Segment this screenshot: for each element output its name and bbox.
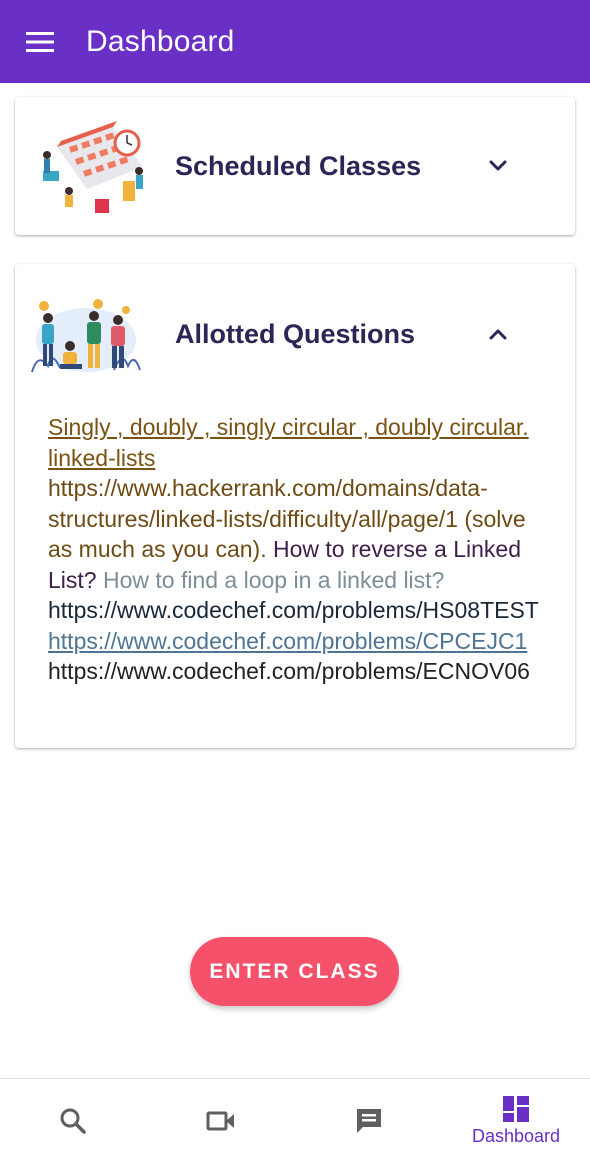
page-title: Dashboard [86,24,235,58]
chat-icon [357,1109,381,1133]
search-icon [60,1108,86,1134]
app-bar: Dashboard [0,0,590,83]
codechef-link-3: https://www.codechef.com/problems/ECNOV0… [48,658,530,684]
enter-class-button[interactable]: ENTER CLASS [190,937,399,1006]
students-illustration [31,299,141,373]
chevron-down-icon[interactable] [485,153,511,179]
scheduled-classes-header[interactable]: Scheduled Classes [15,97,575,235]
scheduled-classes-card: Scheduled Classes [15,97,575,235]
allotted-questions-header[interactable]: Allotted Questions [15,264,575,404]
nav-dashboard-label: Dashboard [471,1126,561,1146]
nav-dashboard[interactable]: Dashboard [456,1079,576,1162]
bottom-navigation: Dashboard [0,1078,590,1162]
menu-button[interactable] [0,0,80,83]
nav-search[interactable] [13,1079,133,1162]
dashboard-icon [503,1096,529,1122]
hamburger-menu-icon [26,31,54,52]
linked-lists-topic-link[interactable]: Singly , doubly , singly circular , doub… [48,414,529,471]
codechef-link-1: https://www.codechef.com/problems/HS08TE… [48,597,539,623]
find-loop-question: How to find a loop in a linked list? [96,566,445,593]
chevron-up-icon[interactable] [485,321,511,347]
nav-video[interactable] [161,1079,281,1162]
allotted-questions-content: Singly , doubly , singly circular , doub… [48,412,553,722]
allotted-questions-card: Allotted Questions Singly , doubly , sin… [15,264,575,748]
codechef-link-2[interactable]: https://www.codechef.com/problems/CPCEJC… [48,628,527,654]
nav-chat[interactable] [309,1079,429,1162]
scheduled-classes-title: Scheduled Classes [175,150,422,181]
video-camera-icon [206,1111,234,1131]
calendar-illustration [43,121,143,213]
app-screen: Dashboard Scheduled Classes Allotted Que… [0,0,590,1162]
allotted-questions-title: Allotted Questions [175,318,416,349]
